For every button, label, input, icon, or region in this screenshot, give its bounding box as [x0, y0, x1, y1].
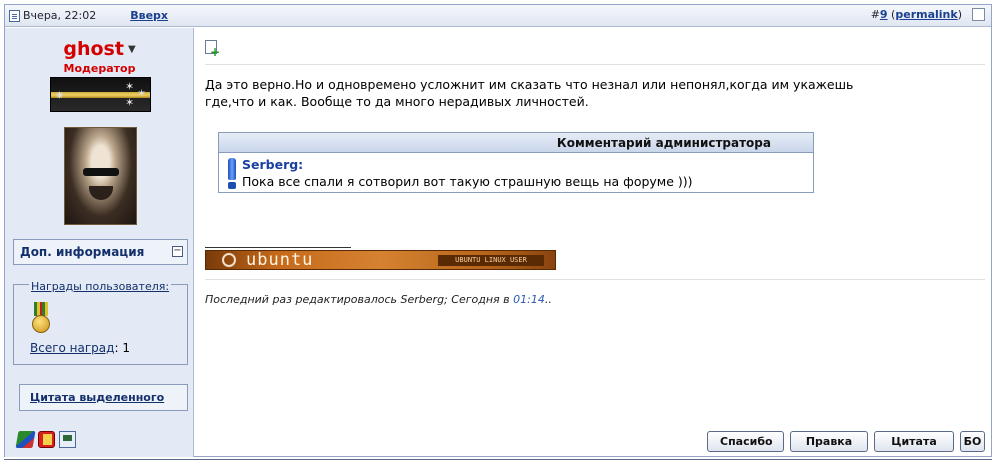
permalink-link[interactable]: permalink — [895, 8, 957, 21]
post-message: Да это верно.Но и одновремено усложнит и… — [205, 77, 854, 109]
post-number-link[interactable]: 9 — [880, 8, 888, 21]
medal-coin — [32, 315, 50, 333]
star-icon: ✷ — [55, 89, 65, 102]
reputation-icon[interactable] — [15, 431, 36, 448]
post-document-icon — [9, 9, 20, 22]
thanks-button[interactable]: Спасибо — [707, 431, 784, 452]
user-action-icons — [15, 431, 76, 448]
user-avatar[interactable] — [64, 127, 137, 225]
edit-button[interactable]: Правка — [790, 431, 868, 452]
edited-note: Последний раз редактировалось Serberg; С… — [205, 293, 552, 306]
ubuntu-logo-icon — [222, 253, 236, 267]
username-link[interactable]: ghost — [63, 38, 124, 60]
multiquote-box[interactable]: Цитата выделенного — [19, 384, 188, 411]
total-awards-link[interactable]: Всего наград — [30, 341, 114, 355]
more-info-label: Доп. информация — [20, 245, 145, 259]
star-icon: ✶ — [125, 96, 135, 109]
ubuntu-user-tag: UBUNTU LINUX USER — [438, 255, 544, 266]
avatar-beard — [89, 186, 113, 200]
post-content: Да это верно.Но и одновремено усложнит и… — [195, 28, 991, 457]
quick-reply-button[interactable]: БО — [960, 431, 985, 452]
edited-suffix: .. — [544, 293, 552, 306]
post-date: Вчера, 22:02 — [23, 9, 97, 22]
post-header: Вчера, 22:02 Вверх #9 (permalink) — [5, 5, 991, 27]
total-awards-count: 1 — [122, 341, 130, 355]
add-post-icon — [205, 40, 220, 58]
admin-comment-title: Комментарий администратора — [219, 133, 813, 153]
username-area: ghost ▼ — [5, 38, 194, 60]
collapse-icon[interactable]: − — [172, 246, 183, 257]
ubuntu-word: ubuntu — [246, 250, 314, 270]
multiquote-link[interactable]: Цитата выделенного — [30, 391, 164, 404]
report-post-icon[interactable] — [38, 431, 55, 448]
exclamation-bar — [228, 158, 236, 180]
admin-comment-author: Serberg: — [242, 157, 304, 172]
star-icon: ✶ — [137, 87, 147, 100]
avatar-face-paint — [83, 168, 119, 176]
star-icon: ✶ — [125, 80, 135, 93]
chevron-down-icon[interactable]: ▼ — [128, 44, 136, 55]
forum-post: Вчера, 22:02 Вверх #9 (permalink) ghost ▼… — [4, 4, 992, 457]
rank-insignia-image: ✷ ✶ ✶ ✶ — [50, 77, 151, 112]
edited-prefix: Последний раз редактировалось Serberg; С… — [205, 293, 510, 306]
admin-comment-box: Комментарий администратора Serberg: Пока… — [218, 132, 814, 193]
user-title: Модератор — [63, 62, 136, 75]
medal-icon[interactable] — [31, 302, 51, 334]
select-post-checkbox[interactable] — [972, 8, 985, 21]
exclamation-dot — [228, 182, 236, 189]
ubuntu-signature-banner: ubuntu UBUNTU LINUX USER — [205, 250, 556, 270]
post-number-area: #9 (permalink) — [871, 8, 985, 21]
top-link[interactable]: Вверх — [130, 9, 168, 22]
edited-time: 01:14 — [513, 293, 545, 306]
more-info-panel[interactable]: Доп. информация − — [13, 239, 188, 265]
post-date-area: Вчера, 22:02 Вверх — [9, 9, 168, 22]
divider — [205, 279, 985, 280]
signature-separator — [205, 247, 351, 248]
rank-stripe — [51, 92, 150, 98]
medal-ribbon — [34, 302, 48, 316]
post-bottom-border — [4, 459, 992, 460]
awards-legend-link[interactable]: Награды пользователя: — [29, 280, 172, 293]
post-number-prefix: # — [870, 8, 880, 21]
post-action-buttons: Спасибо Правка Цитата БО — [707, 431, 985, 452]
exclamation-icon — [227, 158, 237, 190]
quote-button[interactable]: Цитата — [874, 431, 954, 452]
admin-comment-text: Пока все спали я сотворил вот такую стра… — [242, 174, 693, 189]
divider — [205, 64, 985, 65]
online-status-icon — [59, 431, 76, 448]
total-awards: Всего наград: 1 — [30, 341, 130, 355]
user-sidebar: ghost ▼ Модератор ✷ ✶ ✶ ✶ Доп. информация… — [5, 28, 194, 457]
